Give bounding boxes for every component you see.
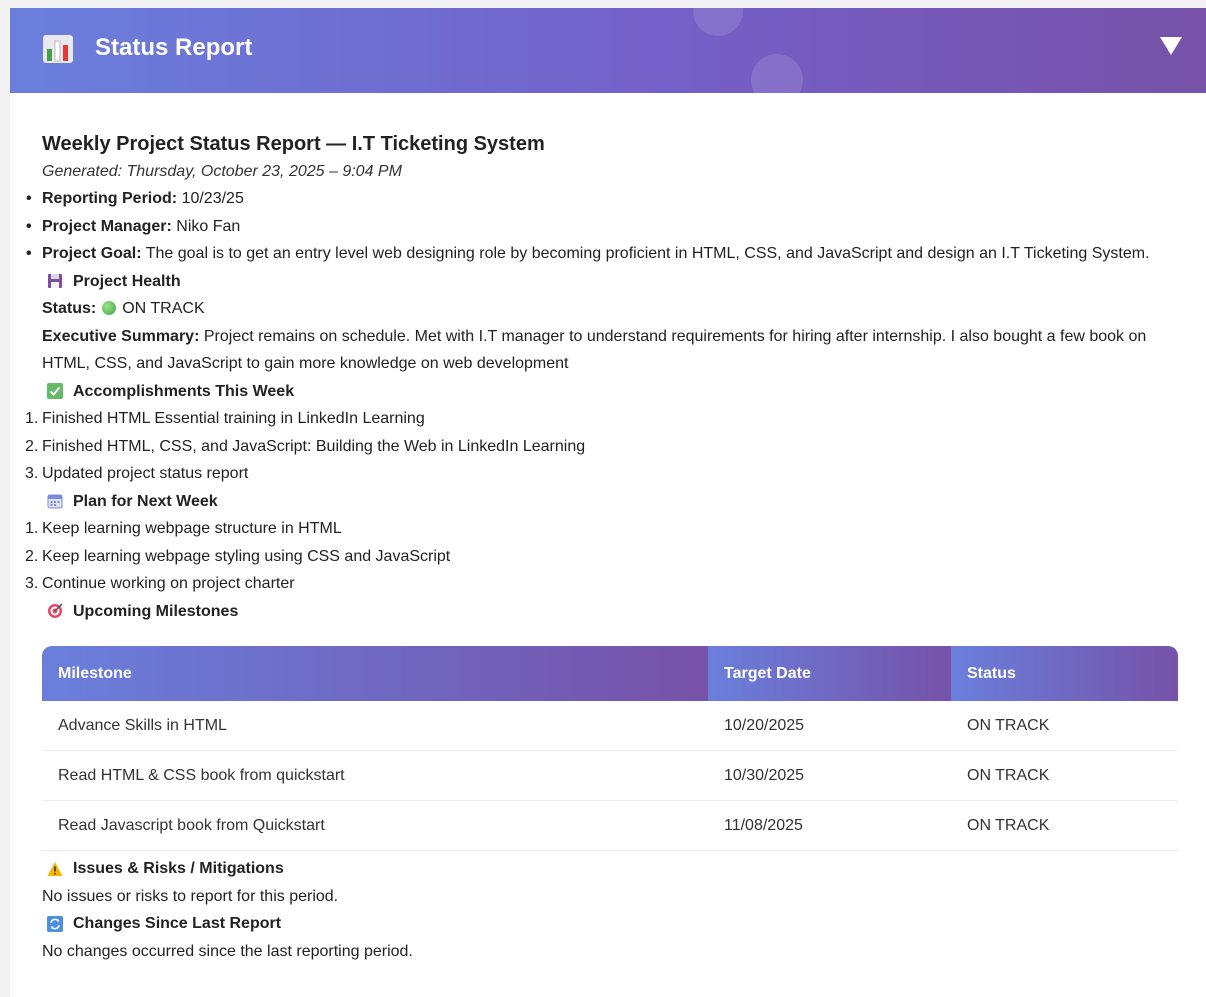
floppy-disk-icon [46,272,64,290]
section-upcoming-milestones: Upcoming Milestones [42,598,1206,626]
issues-text: No issues or risks to report for this pe… [42,887,339,905]
table-row: Advance Skills in HTML 10/20/2025 ON TRA… [42,701,1178,751]
decorative-bubble [693,8,743,36]
target-date-cell: 10/30/2025 [708,750,951,801]
column-header-target-date: Target Date [708,646,951,701]
health-status: Status: ON TRACK [42,300,205,317]
list-item: 3. Updated project status report [25,465,249,482]
table-row: Read HTML & CSS book from quickstart 10/… [42,750,1178,801]
list-item: 3. Continue working on project charter [25,575,295,592]
column-header-status: Status [951,646,1178,701]
accomplishments-list: 1. Finished HTML Essential training in Li… [25,405,1206,488]
milestone-cell: Read Javascript book from Quickstart [42,800,708,851]
list-item: 2. Finished HTML, CSS, and JavaScript: Bu… [25,437,586,455]
detail-reporting-period: Reporting Period: 10/23/25 [25,185,1206,213]
status-cell: ON TRACK [951,701,1178,751]
table-row: Read Javascript book from Quickstart 11/… [42,800,1178,851]
warning-icon [46,860,64,878]
section-accomplishments: Accomplishments This Week [42,378,1206,406]
target-icon [46,602,64,620]
column-header-milestone: Milestone [42,646,708,701]
milestones-table: Milestone Target Date Status Advance Ski… [42,646,1178,851]
changes-text: No changes occurred since the last repor… [42,942,413,960]
plan-list: 1. Keep learning webpage structure in HTM… [25,515,1206,598]
status-value: ON TRACK [122,300,205,317]
milestone-cell: Advance Skills in HTML [42,701,708,751]
decorative-bubble [751,54,803,93]
executive-summary: Executive Summary: Project remains on sc… [42,327,1147,373]
list-item: 1. Keep learning webpage structure in HTM… [25,520,342,537]
section-plan-next-week: Plan for Next Week [42,488,1206,516]
section-issues-risks: Issues & Risks / Mitigations [42,855,1206,883]
report-details: Reporting Period: 10/23/25 Project Manag… [25,185,1206,268]
report-header[interactable]: Status Report [10,8,1206,93]
generated-timestamp: Generated: Thursday, October 23, 2025 – … [42,163,402,180]
section-changes: Changes Since Last Report [42,910,1206,938]
report-title: Weekly Project Status Report — I.T Ticke… [42,133,545,155]
section-project-health: Project Health [42,268,1206,296]
target-date-cell: 11/08/2025 [708,800,951,851]
triangle-down-icon[interactable] [1160,37,1182,55]
report-body: Weekly Project Status Report — I.T Ticke… [10,93,1206,965]
status-cell: ON TRACK [951,800,1178,851]
table-header-row: Milestone Target Date Status [42,646,1178,701]
milestone-cell: Read HTML & CSS book from quickstart [42,750,708,801]
calendar-icon [46,492,64,510]
refresh-icon [46,915,64,933]
check-mark-icon [46,382,64,400]
detail-project-manager: Project Manager: Niko Fan [25,213,1206,241]
status-green-dot-icon [102,301,117,315]
detail-project-goal: Project Goal: The goal is to get an entr… [25,240,1162,268]
header-title: Status Report [95,34,253,61]
list-item: 2. Keep learning webpage styling using CS… [25,547,451,565]
target-date-cell: 10/20/2025 [708,701,951,751]
list-item: 1. Finished HTML Essential training in Li… [25,410,425,427]
status-report-card: Status Report Weekly Project Status Repo… [10,8,1206,997]
status-cell: ON TRACK [951,750,1178,801]
bar-chart-icon [43,35,73,63]
